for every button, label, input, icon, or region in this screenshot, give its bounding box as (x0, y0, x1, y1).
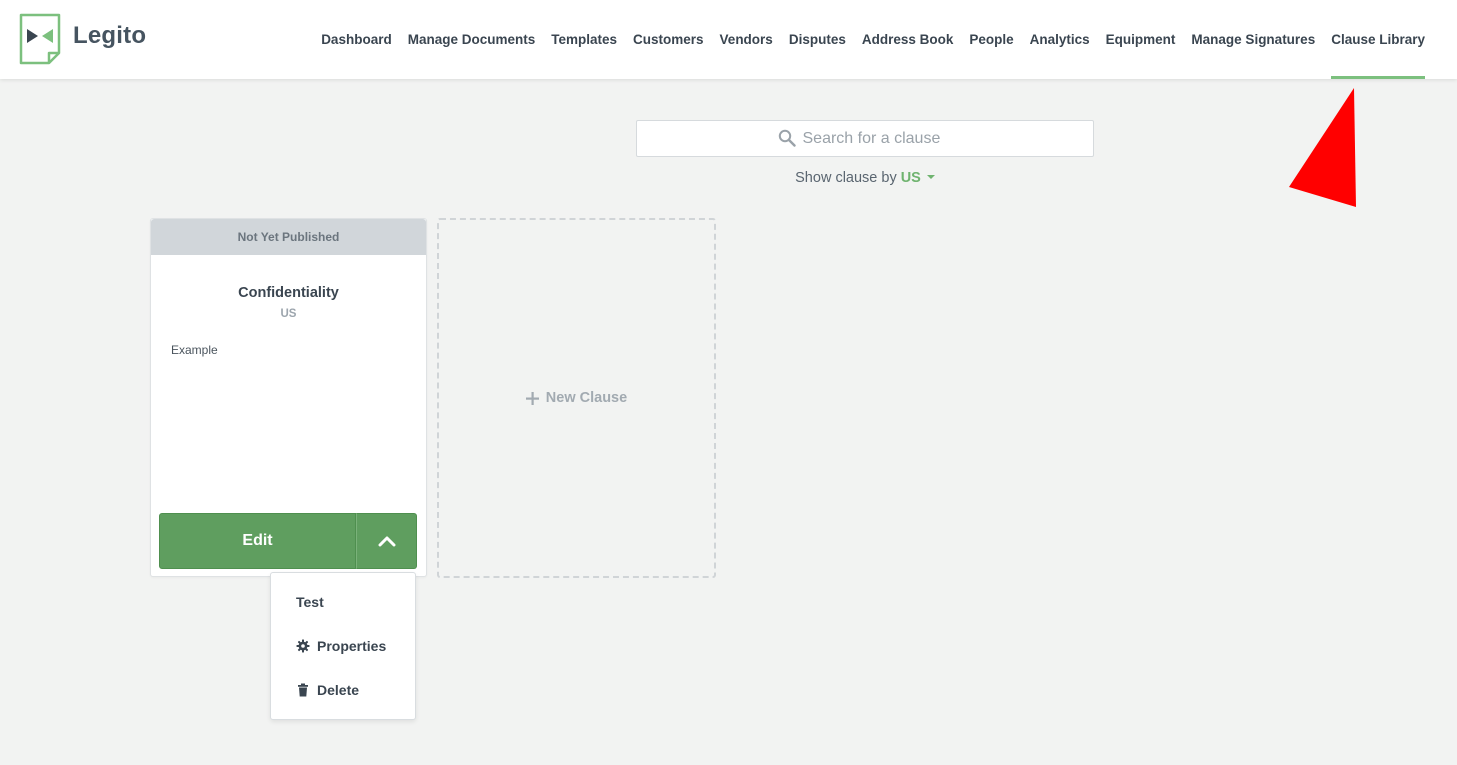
clause-filter: Show clause by US (0, 170, 1457, 186)
main-nav: Dashboard Manage Documents Templates Cus… (305, 0, 1425, 79)
status-badge: Not Yet Published (151, 219, 426, 255)
nav-analytics[interactable]: Analytics (1030, 0, 1090, 79)
search-input[interactable] (802, 129, 953, 148)
menu-item-test-label[interactable]: Test (296, 594, 324, 610)
nav-equipment[interactable]: Equipment (1106, 0, 1176, 79)
brand-name[interactable]: Legito (73, 22, 146, 50)
search-icon (778, 129, 796, 147)
menu-item-delete-label[interactable]: Delete (317, 682, 359, 698)
nav-people[interactable]: People (969, 0, 1013, 79)
gear-icon (296, 639, 310, 653)
clause-search-box[interactable] (636, 120, 1094, 157)
plus-icon (525, 391, 539, 405)
region-filter-dropdown[interactable]: US (901, 170, 935, 186)
nav-disputes[interactable]: Disputes (789, 0, 846, 79)
legito-logo-icon[interactable] (19, 13, 63, 65)
nav-customers[interactable]: Customers (633, 0, 704, 79)
clause-actions-menu: Test Properties Delete (270, 572, 416, 720)
menu-item-test[interactable]: Test (296, 594, 324, 610)
menu-item-properties-label[interactable]: Properties (317, 638, 386, 654)
nav-clause-library[interactable]: Clause Library (1331, 0, 1425, 79)
new-clause-button[interactable]: New Clause (437, 218, 716, 578)
clause-region: US (280, 308, 297, 320)
nav-vendors[interactable]: Vendors (720, 0, 773, 79)
caret-down-icon[interactable] (926, 175, 935, 179)
filter-label: Show clause by (795, 170, 897, 186)
nav-templates[interactable]: Templates (551, 0, 617, 79)
new-clause-label[interactable]: New Clause (546, 390, 627, 406)
nav-dashboard[interactable]: Dashboard (321, 0, 392, 79)
menu-item-properties[interactable]: Properties (296, 638, 386, 654)
edit-button[interactable]: Edit (159, 513, 356, 569)
clause-action-group: Edit (159, 513, 417, 569)
menu-toggle-button[interactable] (356, 513, 417, 569)
clause-excerpt: Example (171, 343, 218, 357)
trash-icon (298, 683, 308, 697)
menu-item-delete[interactable]: Delete (296, 682, 359, 698)
nav-address-book[interactable]: Address Book (862, 0, 954, 79)
nav-manage-documents[interactable]: Manage Documents (408, 0, 536, 79)
clause-card[interactable]: Not Yet Published Confidentiality US Exa… (150, 218, 427, 577)
top-navigation-bar: Legito Dashboard Manage Documents Templa… (0, 0, 1457, 79)
region-filter-value[interactable]: US (901, 170, 921, 186)
red-arrow-icon (1289, 88, 1356, 207)
clause-title: Confidentiality (238, 285, 339, 301)
chevron-up-icon (378, 536, 395, 547)
nav-manage-signatures[interactable]: Manage Signatures (1191, 0, 1315, 79)
